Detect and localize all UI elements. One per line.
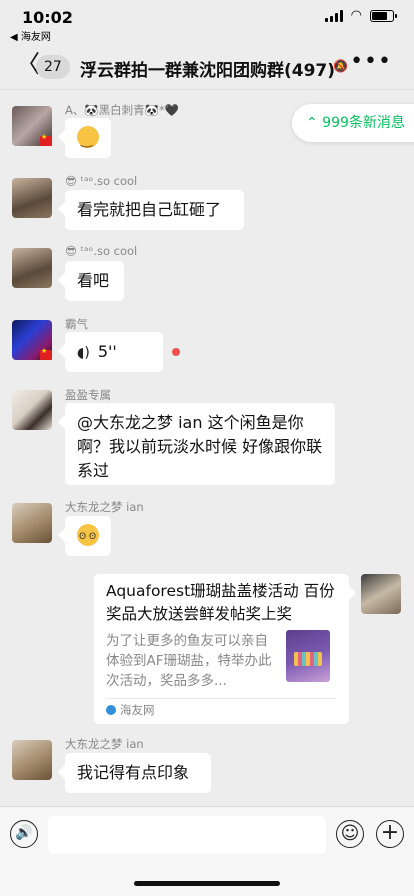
- coral-salt-thumbnail: [286, 630, 330, 682]
- sender-name: 霸气: [65, 317, 88, 331]
- sender-name: 大东龙之梦 ian: [65, 500, 144, 514]
- message-bubble[interactable]: @大东龙之梦 ian 这个闲鱼是你啊？我以前玩淡水时候 好像跟你联系过: [65, 403, 335, 485]
- avatar[interactable]: [12, 248, 52, 288]
- avatar[interactable]: [12, 740, 52, 780]
- message-bubble[interactable]: 我记得有点印象: [65, 753, 211, 793]
- china-flag-icon: [40, 347, 52, 360]
- message-input[interactable]: [48, 816, 326, 854]
- more-options-button[interactable]: •••: [350, 51, 392, 73]
- message-bubble[interactable]: [65, 118, 111, 158]
- chat-title: 浮云群拍一群兼沈阳团购群(497): [80, 61, 336, 81]
- new-messages-button[interactable]: ⌃ 999条新消息: [292, 104, 414, 142]
- voice-wave-icon: ◖): [77, 345, 90, 361]
- voice-input-icon[interactable]: 🔊: [10, 820, 38, 848]
- message-bubble[interactable]: [65, 516, 111, 556]
- source-name: 海友网: [120, 703, 155, 717]
- mute-bell-icon: 🔕: [333, 59, 348, 73]
- emoji-picker-icon[interactable]: ☺: [336, 820, 364, 848]
- voice-duration: 5'': [97, 342, 117, 361]
- home-indicator: [134, 881, 280, 886]
- cellular-signal-icon: [324, 10, 343, 22]
- flushed-emoji-icon: [77, 524, 99, 549]
- sender-name: 盈盈专属: [65, 388, 111, 402]
- wifi-icon: ◠: [350, 8, 362, 23]
- message-bubble[interactable]: 看完就把自己缸砸了: [65, 190, 244, 230]
- location-arrow-icon: ➚: [64, 10, 74, 23]
- link-card-description: 为了让更多的鱼友可以亲自体验到AF珊瑚盐，特举办此次活动，奖品多多...: [106, 633, 272, 689]
- my-avatar[interactable]: [361, 574, 401, 614]
- grinning-emoji-icon: [77, 126, 99, 152]
- message-bubble[interactable]: 看吧: [65, 261, 124, 301]
- battery-icon: [370, 10, 397, 22]
- avatar[interactable]: [12, 178, 52, 218]
- sender-name: 😎 ᵗᵃᵒ.so cool: [65, 174, 138, 188]
- link-card-source: 海友网: [106, 702, 155, 718]
- chat-header: 〈 27 浮云群拍一群兼沈阳团购群(497) 🔕 •••: [0, 42, 414, 90]
- china-flag-icon: [40, 133, 52, 146]
- unread-count-badge[interactable]: 27: [36, 55, 70, 79]
- link-card[interactable]: Aquaforest珊瑚盐盖楼活动 百份奖品大放送尝鲜发帖奖上奖 为了让更多的鱼…: [94, 574, 349, 724]
- divider: [106, 698, 337, 699]
- voice-message-bubble[interactable]: ◖) 5'': [65, 332, 163, 372]
- back-to-app-link[interactable]: ◀ 海友网: [10, 28, 51, 43]
- sender-name: 😎 ᵗᵃᵒ.so cool: [65, 244, 138, 258]
- plus-more-icon[interactable]: +: [376, 820, 404, 848]
- status-bar: 10:02 ➚ ◀ 海友网 ◠: [0, 0, 414, 43]
- avatar[interactable]: [12, 390, 52, 430]
- site-logo-icon: [106, 705, 116, 715]
- sender-name: A、🐼黑白刺青🐼*🖤: [65, 103, 180, 117]
- unplayed-indicator: [172, 348, 180, 356]
- sender-name: 大东龙之梦 ian: [65, 737, 144, 751]
- link-card-title: Aquaforest珊瑚盐盖楼活动 百份奖品大放送尝鲜发帖奖上奖: [106, 582, 335, 623]
- avatar[interactable]: [12, 503, 52, 543]
